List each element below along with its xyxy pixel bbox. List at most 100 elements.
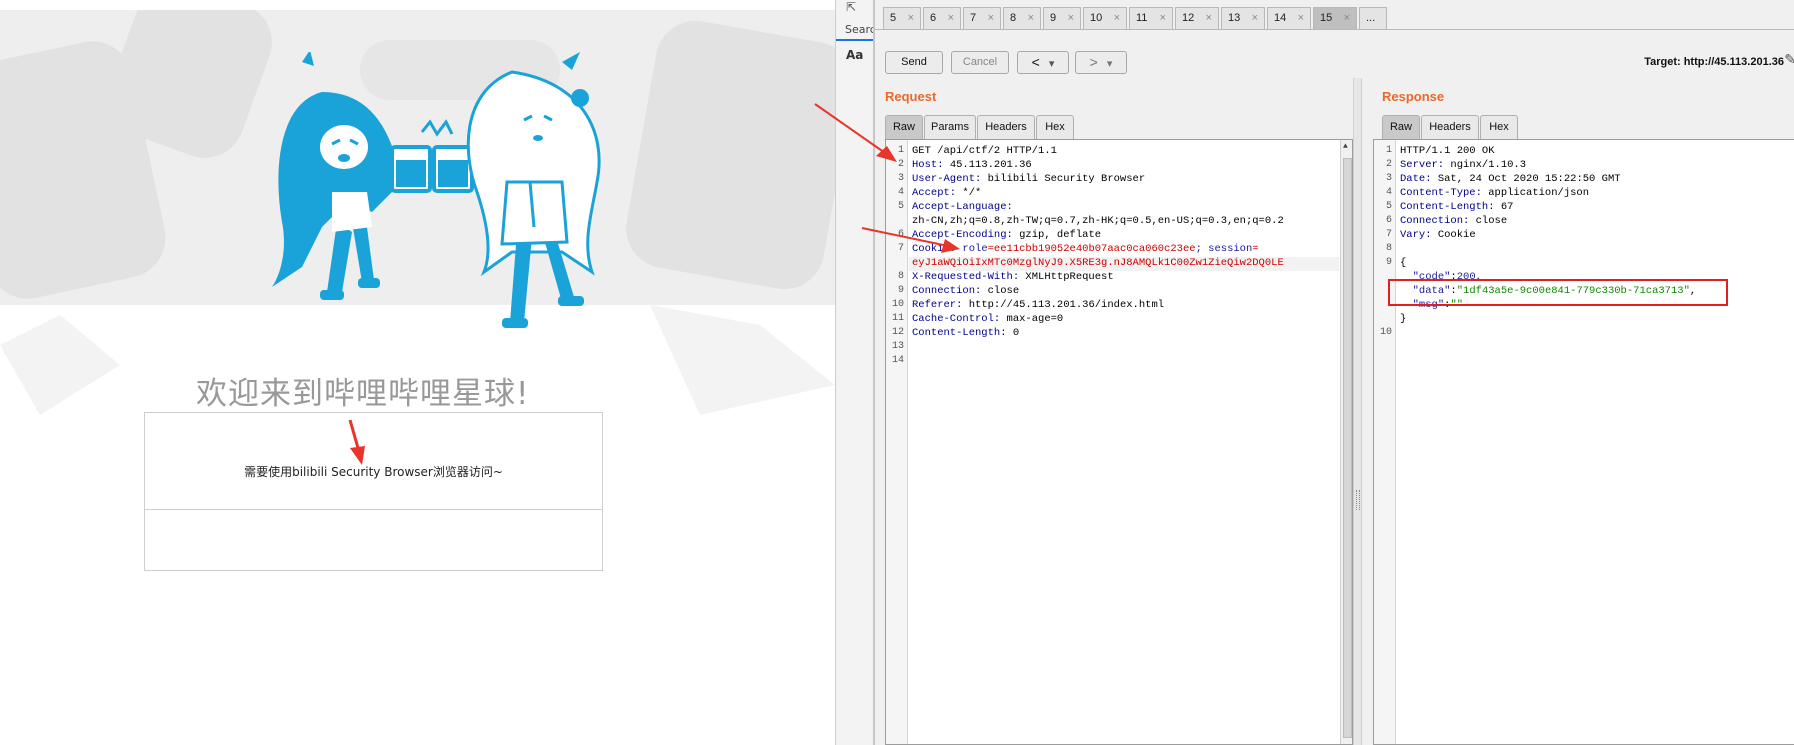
line-number: 5	[1385, 201, 1392, 212]
status-line: HTTP/1.1 200 OK	[1400, 145, 1495, 157]
close-icon[interactable]: ×	[908, 12, 914, 24]
header-connection: Connection: close	[912, 285, 1020, 297]
target-label[interactable]: Target: http://45.113.201.36	[1644, 56, 1784, 68]
repeater-tab[interactable]: 14 ×	[1267, 7, 1311, 30]
request-scrollbar[interactable]: ▲	[1340, 140, 1352, 744]
line-number: 2	[1385, 159, 1392, 170]
cancel-button[interactable]: Cancel	[951, 51, 1009, 74]
more-tabs[interactable]: ...	[1359, 7, 1387, 30]
repeater-tab[interactable]: 9 ×	[1043, 7, 1081, 30]
match-case-button[interactable]: Aa	[846, 48, 863, 62]
close-icon[interactable]: ×	[1298, 12, 1304, 24]
chevron-down-icon: ▾	[1106, 58, 1113, 70]
response-editor[interactable]: 1 2 3 4 5 6 7 8 9 10 HTTP/1.1 200 OK Ser…	[1373, 139, 1794, 745]
close-icon[interactable]: ×	[988, 12, 994, 24]
line-number: 8	[897, 271, 904, 282]
request-tab-hex[interactable]: Hex	[1036, 115, 1074, 139]
request-tab-raw[interactable]: Raw	[885, 115, 923, 139]
line-number: 11	[891, 313, 904, 324]
repeater-tabbar: 5 × 6 × 7 × 8 × 9 × 10 × 11 × 12 × 13 × 14 × 15 × .…	[875, 4, 1794, 30]
repeater-tab[interactable]: 7 ×	[963, 7, 1001, 30]
notice-divider	[145, 509, 602, 510]
repeater-tab-active[interactable]: 15 ×	[1313, 7, 1357, 30]
repeater-tab[interactable]: 12 ×	[1175, 7, 1219, 30]
header-server: Server: nginx/1.10.3	[1400, 159, 1527, 171]
line-number: 4	[1385, 187, 1392, 198]
line-number: 9	[1385, 257, 1392, 268]
tab-label: 14	[1274, 12, 1287, 24]
pane-splitter[interactable]	[1353, 78, 1362, 745]
forward-button[interactable]: > ▾	[1075, 51, 1127, 74]
json-open-brace: {	[1400, 257, 1407, 269]
header-x-requested-with: X-Requested-With: XMLHttpRequest	[912, 271, 1114, 283]
tab-separator	[875, 29, 1794, 30]
repeater-tab[interactable]: 10 ×	[1083, 7, 1127, 30]
chevron-down-icon: ▾	[1048, 58, 1055, 70]
tab-label: 8	[1010, 12, 1017, 24]
response-tab-headers[interactable]: Headers	[1421, 115, 1479, 139]
scrollbar-thumb[interactable]	[1343, 158, 1352, 738]
tab-label: 13	[1228, 12, 1241, 24]
header-user-agent: User-Agent: bilibili Security Browser	[912, 173, 1146, 185]
close-icon[interactable]: ×	[1028, 12, 1034, 24]
repeater-tab[interactable]: 13 ×	[1221, 7, 1265, 30]
tab-label: 7	[970, 12, 977, 24]
close-icon[interactable]: ×	[1160, 12, 1166, 24]
close-icon[interactable]: ×	[1206, 12, 1212, 24]
header-cookie: Cookie: role=ee11cbb19052e40b07aac0ca060…	[912, 243, 1259, 255]
tab-label: 12	[1182, 12, 1195, 24]
line-number: 2	[897, 159, 904, 170]
tab-label: 10	[1090, 12, 1103, 24]
response-tab-raw[interactable]: Raw	[1382, 115, 1420, 139]
close-icon[interactable]: ×	[1068, 12, 1074, 24]
json-close-brace: }	[1400, 313, 1407, 325]
request-editor[interactable]: 1 2 3 4 5 6 7 8 9 10 11 12 13 14 GET /ap…	[885, 139, 1353, 745]
header-content-length: Content-Length: 0	[912, 327, 1020, 339]
line-number: 1	[897, 145, 904, 156]
header-accept: Accept: */*	[912, 187, 982, 199]
back-button[interactable]: < ▾	[1017, 51, 1069, 74]
highlight-box	[1388, 279, 1728, 306]
splitter-grip[interactable]	[1356, 490, 1360, 510]
response-tab-hex[interactable]: Hex	[1480, 115, 1518, 139]
website-page: 欢迎来到哔哩哔哩星球! 需要使用bilibili Security Browse…	[0, 0, 835, 745]
response-title: Response	[1382, 89, 1445, 104]
inspect-cursor-icon[interactable]: ⇱	[846, 0, 856, 14]
repeater-tab[interactable]: 6 ×	[923, 7, 961, 30]
tab-label: 15	[1320, 12, 1333, 24]
line-number: 6	[1385, 215, 1392, 226]
send-button[interactable]: Send	[885, 51, 943, 74]
devtools-search[interactable]: Search	[836, 20, 874, 40]
line-number: 3	[897, 173, 904, 184]
header-host: Host: 45.113.201.36	[912, 159, 1032, 171]
header-accept-language-value: zh-CN,zh;q=0.8,zh-TW;q=0.7,zh-HK;q=0.5,e…	[912, 215, 1284, 227]
tab-label: 5	[890, 12, 897, 24]
line-number: 5	[897, 201, 904, 212]
scroll-up-icon[interactable]: ▲	[1343, 142, 1348, 151]
line-number: 1	[1385, 145, 1392, 156]
line-number: 14	[891, 355, 904, 366]
request-tab-params[interactable]: Params	[924, 115, 976, 139]
line-number-gutter: 1 2 3 4 5 6 7 8 9 10	[1374, 140, 1396, 744]
repeater-tab[interactable]: 11 ×	[1129, 7, 1173, 30]
line-number: 12	[891, 327, 904, 338]
header-cache-control: Cache-Control: max-age=0	[912, 313, 1064, 325]
notice-box: 需要使用bilibili Security Browser浏览器访问~	[144, 412, 603, 571]
line-number: 9	[897, 285, 904, 296]
close-icon[interactable]: ×	[948, 12, 954, 24]
close-icon[interactable]: ×	[1344, 12, 1350, 24]
header-date: Date: Sat, 24 Oct 2020 15:22:50 GMT	[1400, 173, 1621, 185]
devtools-active-indicator	[836, 39, 874, 41]
request-tab-headers[interactable]: Headers	[977, 115, 1035, 139]
header-referer: Referer: http://45.113.201.36/index.html	[912, 299, 1165, 311]
tab-label: 11	[1136, 12, 1148, 24]
mascot-illustration	[272, 52, 601, 328]
close-icon[interactable]: ×	[1252, 12, 1258, 24]
forward-arrow-icon: >	[1089, 54, 1098, 70]
repeater-tab[interactable]: 8 ×	[1003, 7, 1041, 30]
close-icon[interactable]: ×	[1114, 12, 1120, 24]
repeater-tab[interactable]: 5 ×	[883, 7, 921, 30]
line-number: 7	[1385, 229, 1392, 240]
pencil-icon[interactable]: ✎	[1784, 52, 1794, 68]
header-connection: Connection: close	[1400, 215, 1508, 227]
